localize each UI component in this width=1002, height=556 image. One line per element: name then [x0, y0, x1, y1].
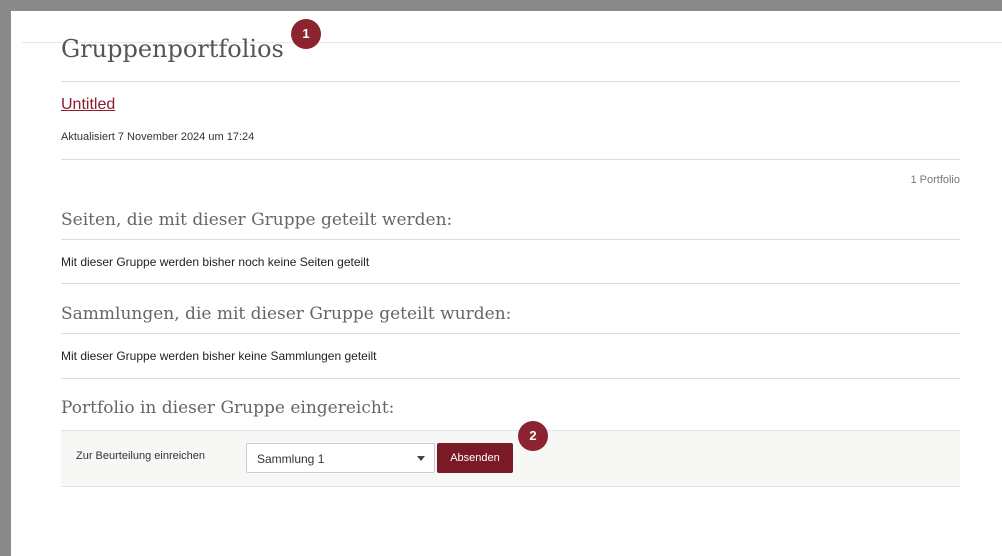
collection-select[interactable]: Sammlung 1	[246, 443, 435, 473]
page-title: Gruppenportfolios	[61, 35, 284, 63]
divider	[61, 159, 960, 160]
submit-button[interactable]: Absenden	[437, 443, 513, 473]
portfolio-count: 1 Portfolio	[910, 174, 960, 186]
submit-panel: Zur Beurteilung einreichen Sammlung 1 Ab…	[61, 430, 960, 487]
divider	[61, 283, 960, 284]
shared-pages-empty-text: Mit dieser Gruppe werden bisher noch kei…	[61, 255, 370, 269]
updated-timestamp: Aktualisiert 7 November 2024 um 17:24	[61, 131, 255, 143]
collection-select-value: Sammlung 1	[257, 452, 325, 466]
portfolio-link[interactable]: Untitled	[61, 96, 115, 114]
divider	[61, 378, 960, 379]
submitted-portfolio-heading: Portfolio in dieser Gruppe eingereicht:	[61, 398, 395, 418]
chevron-down-icon	[417, 456, 425, 461]
divider	[61, 333, 960, 334]
submit-label: Zur Beurteilung einreichen	[76, 450, 206, 462]
divider	[61, 239, 960, 240]
shared-collections-heading: Sammlungen, die mit dieser Gruppe geteil…	[61, 304, 512, 324]
shared-pages-heading: Seiten, die mit dieser Gruppe geteilt we…	[61, 210, 453, 230]
annotation-badge-1: 1	[291, 19, 321, 49]
shared-collections-empty-text: Mit dieser Gruppe werden bisher keine Sa…	[61, 349, 377, 363]
annotation-badge-2: 2	[518, 421, 548, 451]
divider	[61, 81, 960, 82]
